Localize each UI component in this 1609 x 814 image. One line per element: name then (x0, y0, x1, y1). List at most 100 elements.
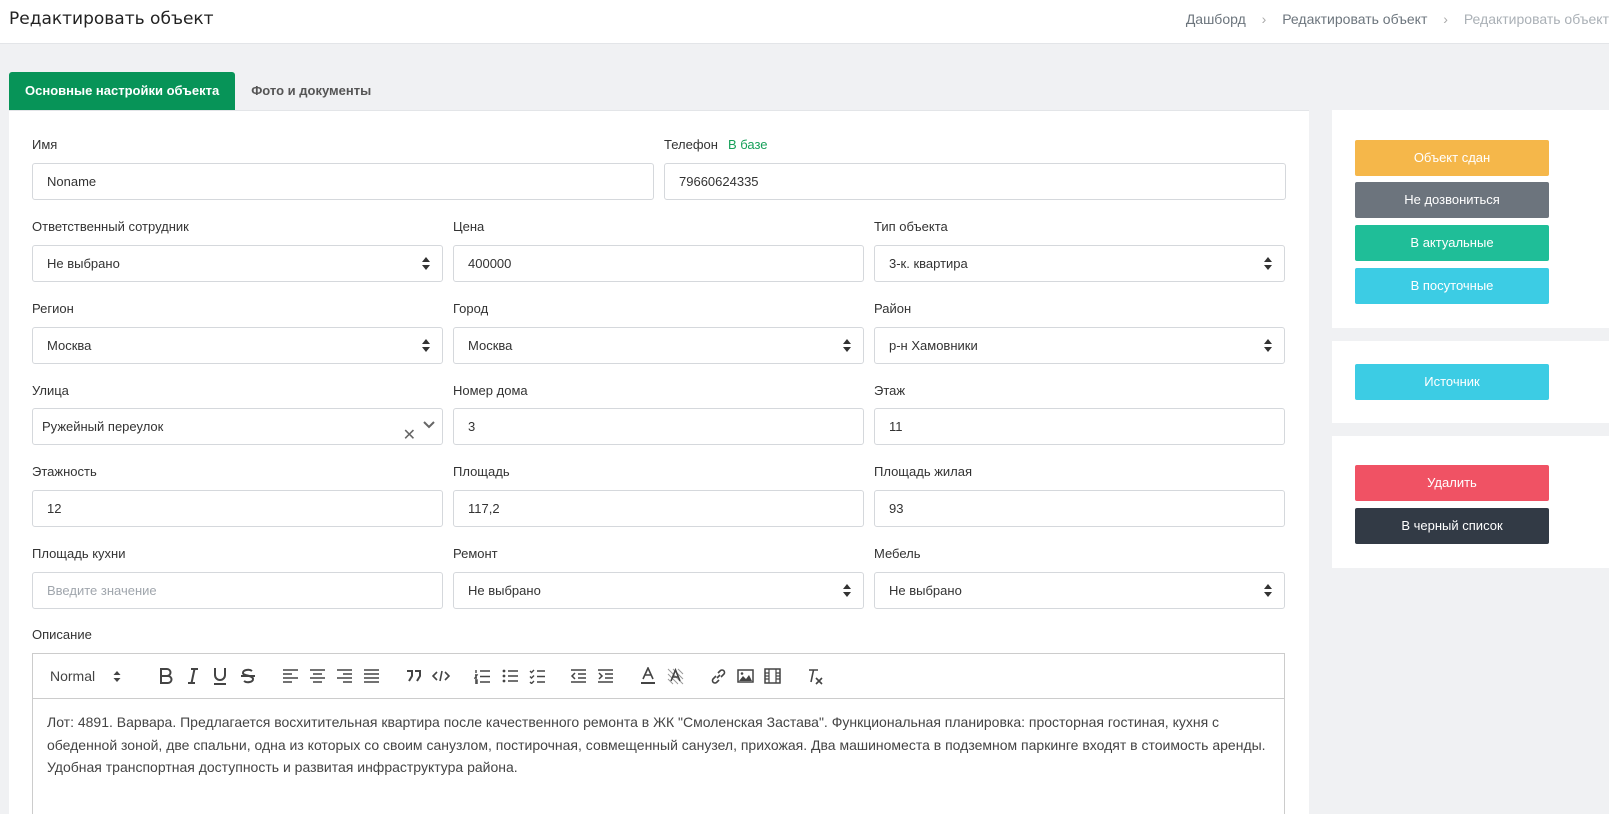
code-icon[interactable] (431, 666, 451, 686)
kitchen-area-input[interactable]: Введите значение (32, 572, 443, 609)
tabs: Основные настройки объекта Фото и докуме… (9, 72, 387, 110)
sort-arrows-icon (1264, 584, 1272, 597)
house-input[interactable]: 3 (453, 408, 864, 445)
format-select[interactable]: Normal (50, 666, 132, 686)
name-label: Имя (32, 137, 58, 152)
background-color-icon[interactable] (666, 666, 684, 686)
object-type-select-value: 3-к. квартира (889, 256, 968, 271)
floor-label: Этаж (874, 383, 906, 398)
tab-main-settings[interactable]: Основные настройки объекта (9, 72, 236, 110)
price-label: Цена (453, 219, 485, 234)
sort-arrows-icon (422, 339, 430, 352)
city-select[interactable]: Москва (453, 327, 864, 364)
to-actual-button[interactable]: В актуальные (1355, 225, 1549, 261)
text-color-icon[interactable] (639, 666, 657, 686)
street-select-value: Ружейный переулок (42, 419, 164, 434)
sort-arrows-icon (113, 670, 121, 682)
breadcrumb-item-dashboard[interactable]: Дашборд (1186, 11, 1246, 27)
align-center-icon[interactable] (308, 666, 326, 686)
format-select-value: Normal (50, 668, 96, 684)
editor-toolbar: Normal (33, 654, 1284, 699)
sort-arrows-icon (1264, 339, 1272, 352)
chevron-right-icon: › (1261, 11, 1267, 27)
object-type-label: Тип объекта (874, 219, 948, 234)
italic-icon[interactable] (185, 666, 201, 686)
bold-icon[interactable] (158, 666, 174, 686)
region-select-value: Москва (47, 338, 92, 353)
source-card: Источник (1332, 341, 1609, 423)
street-select[interactable]: Ружейный переулок ✕ (32, 408, 443, 445)
furniture-select-value: Не выбрано (889, 583, 962, 598)
clear-formatting-icon[interactable] (806, 666, 824, 686)
furniture-select[interactable]: Не выбрано (874, 572, 1285, 609)
phone-label: Телефон В базе (664, 137, 768, 152)
blockquote-icon[interactable] (405, 666, 423, 686)
video-icon[interactable] (763, 666, 781, 686)
description-editor: Normal Лот: 4891. Варвара. Предлагается … (32, 653, 1285, 814)
district-select[interactable]: р-н Хамовники (874, 327, 1285, 364)
district-label: Район (874, 301, 912, 316)
floors-input[interactable]: 12 (32, 490, 443, 527)
region-label: Регион (32, 301, 74, 316)
outdent-icon[interactable] (569, 666, 587, 686)
indent-icon[interactable] (596, 666, 614, 686)
sort-arrows-icon (422, 257, 430, 270)
district-select-value: р-н Хамовники (889, 338, 978, 353)
chevron-down-icon[interactable] (423, 419, 435, 431)
sort-arrows-icon (1264, 257, 1272, 270)
repair-select-value: Не выбрано (468, 583, 541, 598)
phone-label-text: Телефон (664, 137, 718, 152)
area-label: Площадь (453, 464, 510, 479)
house-label: Номер дома (453, 383, 528, 398)
align-right-icon[interactable] (335, 666, 353, 686)
blacklist-button[interactable]: В черный список (1355, 508, 1549, 544)
object-rented-button[interactable]: Объект сдан (1355, 140, 1549, 176)
phone-input[interactable]: 79660624335 (664, 163, 1286, 200)
description-text[interactable]: Лот: 4891. Варвара. Предлагается восхити… (33, 699, 1284, 791)
object-type-select[interactable]: 3-к. квартира (874, 245, 1285, 282)
repair-select[interactable]: Не выбрано (453, 572, 864, 609)
city-select-value: Москва (468, 338, 513, 353)
sort-arrows-icon (843, 584, 851, 597)
danger-actions-card: Удалить В черный список (1332, 436, 1609, 568)
status-actions-card: Объект сдан Не дозвониться В актуальные … (1332, 110, 1609, 328)
link-icon[interactable] (709, 666, 727, 686)
ordered-list-icon[interactable] (473, 666, 491, 686)
living-area-label: Площадь жилая (874, 464, 973, 479)
checklist-icon[interactable] (528, 666, 546, 686)
employee-label: Ответственный сотрудник (32, 219, 189, 234)
employee-select[interactable]: Не выбрано (32, 245, 443, 282)
living-area-input[interactable]: 93 (874, 490, 1285, 527)
price-input[interactable]: 400000 (453, 245, 864, 282)
furniture-label: Мебель (874, 546, 921, 561)
area-input[interactable]: 117,2 (453, 490, 864, 527)
page-title: Редактировать объект (9, 9, 214, 29)
kitchen-area-label: Площадь кухни (32, 546, 126, 561)
underline-icon[interactable] (212, 666, 228, 686)
to-daily-button[interactable]: В посуточные (1355, 268, 1549, 304)
align-justify-icon[interactable] (362, 666, 380, 686)
sort-arrows-icon (843, 339, 851, 352)
top-bar: Редактировать объект Дашборд › Редактиро… (0, 0, 1609, 44)
image-icon[interactable] (736, 666, 754, 686)
clear-icon[interactable]: ✕ (403, 418, 416, 453)
cannot-reach-button[interactable]: Не дозвониться (1355, 182, 1549, 218)
delete-button[interactable]: Удалить (1355, 465, 1549, 501)
breadcrumb-item-edit[interactable]: Редактировать объект (1282, 11, 1427, 27)
align-left-icon[interactable] (281, 666, 299, 686)
bullet-list-icon[interactable] (501, 666, 519, 686)
breadcrumb: Дашборд › Редактировать объект › Редакти… (1186, 11, 1609, 27)
floors-label: Этажность (32, 464, 97, 479)
source-button[interactable]: Источник (1355, 364, 1549, 400)
phone-in-base-hint: В базе (727, 137, 768, 152)
tab-photos-docs[interactable]: Фото и документы (235, 72, 387, 110)
strikethrough-icon[interactable] (239, 666, 257, 686)
description-label: Описание (32, 627, 92, 642)
region-select[interactable]: Москва (32, 327, 443, 364)
name-input[interactable]: Noname (32, 163, 654, 200)
employee-select-value: Не выбрано (47, 256, 120, 271)
breadcrumb-item-current: Редактировать объект (1463, 11, 1609, 27)
city-label: Город (453, 301, 489, 316)
floor-input[interactable]: 11 (874, 408, 1285, 445)
street-label: Улица (32, 383, 69, 398)
